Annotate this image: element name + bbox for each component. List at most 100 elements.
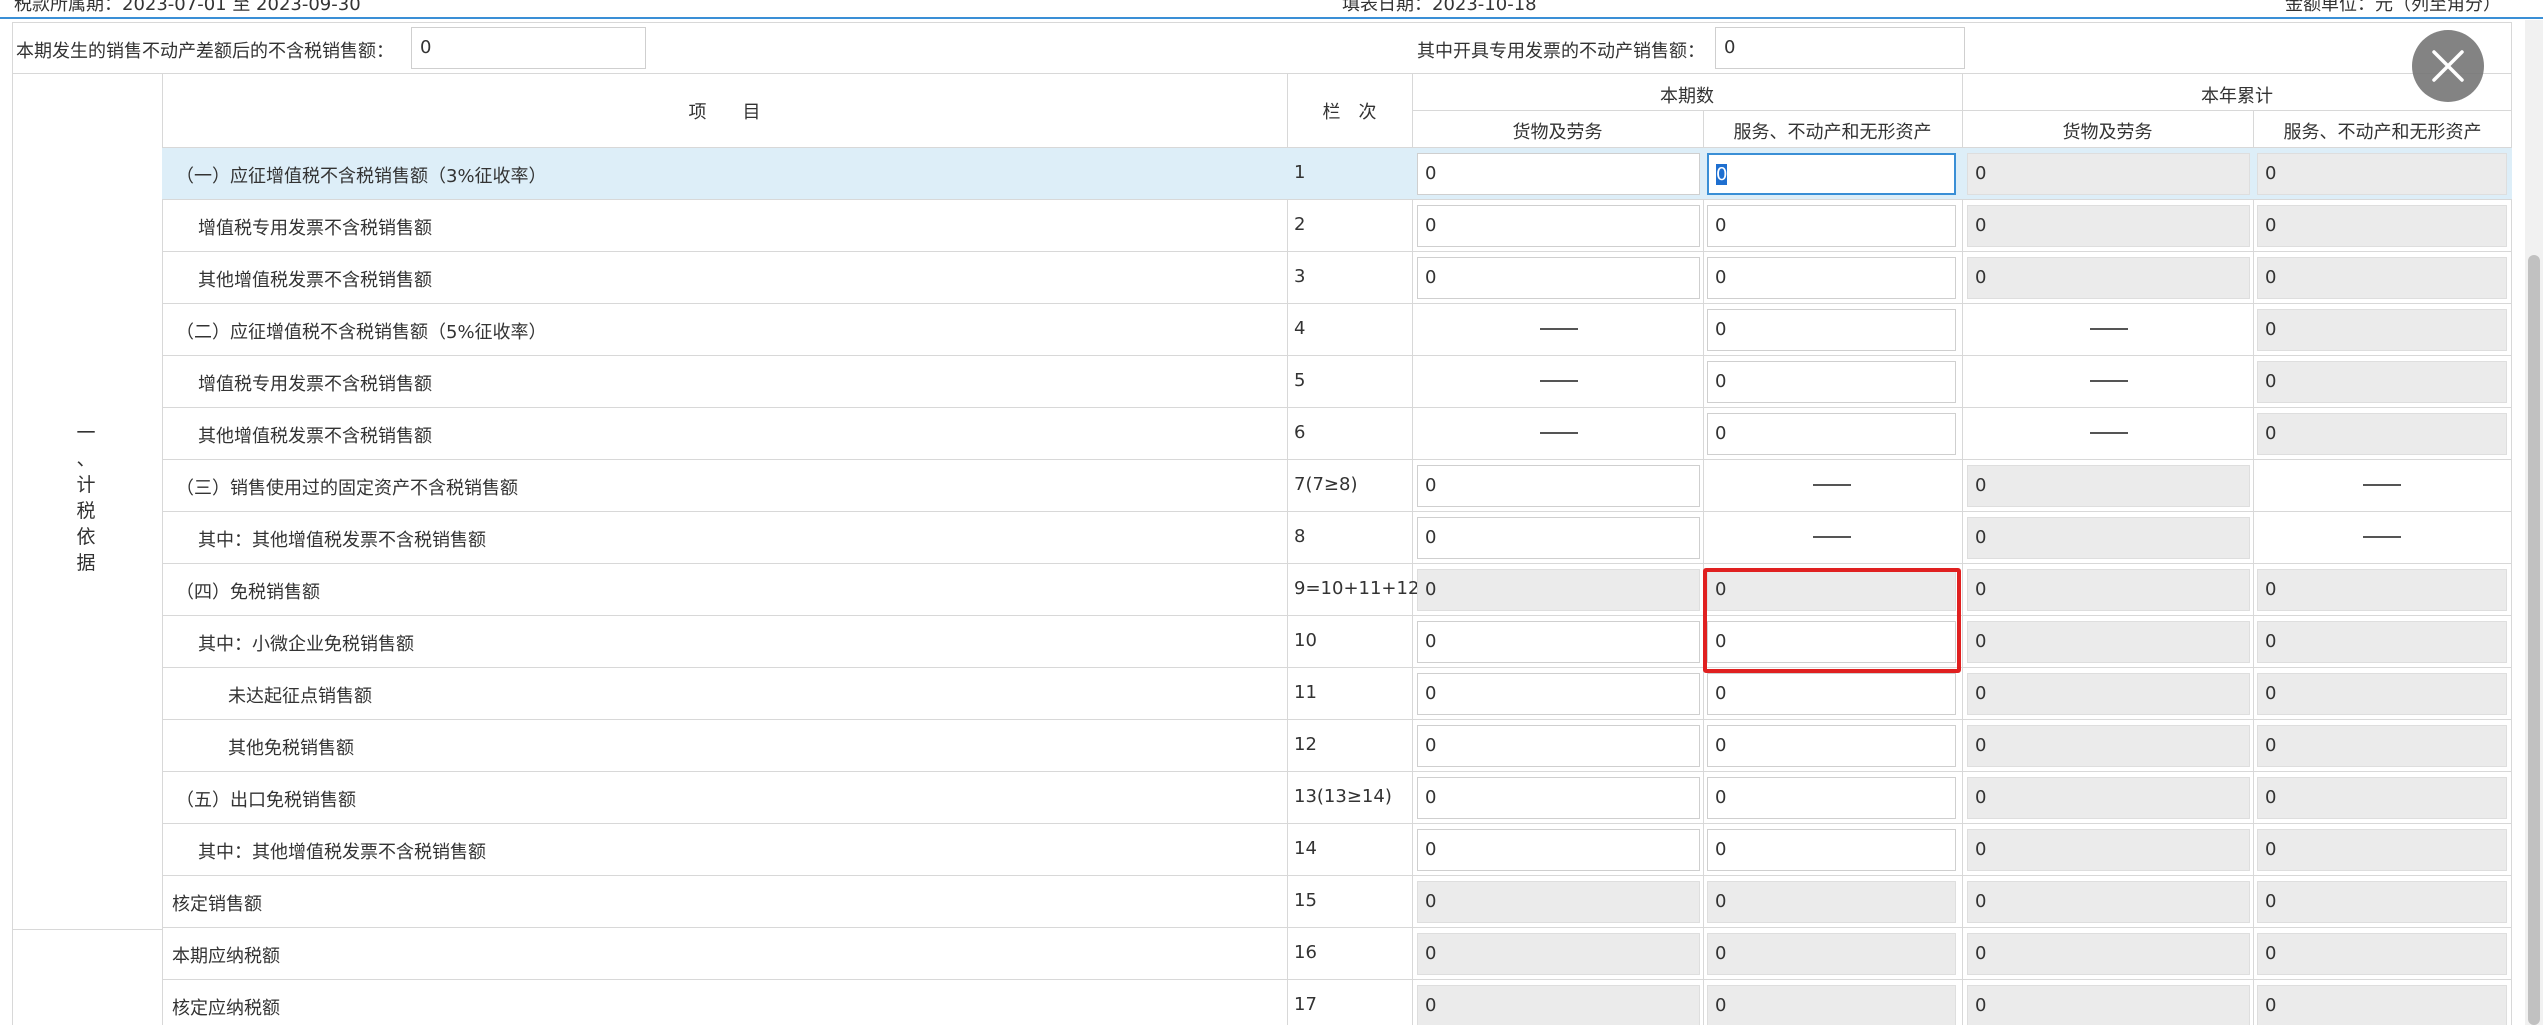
table-row: 增值税专用发票不含税销售额 2 0 0 0 0 (162, 200, 2512, 252)
row-column-number: 3 (1294, 266, 1306, 287)
services-current-input: 0 (1707, 933, 1956, 975)
row-column-number: 13(13≥14) (1294, 786, 1392, 807)
goods-current-input[interactable]: 0 (1417, 829, 1700, 871)
services-ytd-input: 0 (2257, 673, 2507, 715)
table-row: 核定销售额 15 0 0 0 0 (162, 876, 2512, 928)
not-applicable-dash (1539, 432, 1578, 434)
row-item-label: 增值税专用发票不含税销售额 (198, 218, 432, 239)
goods-current-input[interactable]: 0 (1417, 153, 1700, 195)
goods-current-input: 0 (1417, 569, 1700, 611)
services-ytd-input: 0 (2257, 205, 2507, 247)
services-current-input[interactable]: 0 (1707, 829, 1956, 871)
goods-current-input[interactable]: 0 (1417, 257, 1700, 299)
goods-ytd-input: 0 (1967, 517, 2250, 559)
table-row: 核定应纳税额 17 0 0 0 0 (162, 980, 2512, 1025)
form-header-line: 税款所属期：2023-07-01 至 2023-09-30 填表日期：2023-… (0, 0, 2543, 15)
not-applicable-dash (2363, 536, 2401, 538)
row-column-number: 11 (1294, 682, 1317, 703)
goods-ytd-input: 0 (1967, 153, 2250, 195)
grid-line (1412, 110, 2512, 111)
tax-period: 税款所属期：2023-07-01 至 2023-09-30 (14, 0, 361, 15)
services-ytd-input: 0 (2257, 413, 2507, 455)
row-item-label: 其他增值税发票不含税销售额 (198, 426, 432, 447)
row-column-number: 4 (1294, 318, 1306, 339)
services-ytd-input: 0 (2257, 621, 2507, 663)
header-services-ytd: 服务、不动产和无形资产 (2283, 122, 2482, 143)
not-applicable-dash (1539, 380, 1578, 382)
table-row: （一）应征增值税不含税销售额（3%征收率） 1 0 0 0 0 (162, 148, 2512, 200)
row-item-label: （四）免税销售额 (176, 582, 320, 603)
table-row: （五）出口免税销售额 13(13≥14) 0 0 0 0 (162, 772, 2512, 824)
goods-current-input[interactable]: 0 (1417, 517, 1700, 559)
not-applicable-dash (2363, 484, 2401, 486)
goods-ytd-input: 0 (1967, 985, 2250, 1025)
real-estate-sales-label: 本期发生的销售不动产差额后的不含税销售额： (16, 41, 394, 62)
services-ytd-input: 0 (2257, 569, 2507, 611)
header-goods: 货物及劳务 (1512, 122, 1603, 143)
table-row: 未达起征点销售额 11 0 0 0 0 (162, 668, 2512, 720)
row-item-label: 核定销售额 (172, 894, 262, 915)
services-current-input[interactable]: 0 (1707, 777, 1956, 819)
services-current-input[interactable]: 0 (1707, 725, 1956, 767)
row-column-number: 6 (1294, 422, 1306, 443)
services-ytd-input: 0 (2257, 933, 2507, 975)
goods-current-input[interactable]: 0 (1417, 777, 1700, 819)
table-row: （三）销售使用过的固定资产不含税销售额 7(7≥8) 0 0 (162, 460, 2512, 512)
services-ytd-input: 0 (2257, 985, 2507, 1025)
services-current-input: 0 (1707, 985, 1956, 1025)
row-item-label: 其他增值税发票不含税销售额 (198, 270, 432, 291)
special-invoice-real-estate-input[interactable]: 0 (1715, 27, 1965, 69)
row-item-label: 其他免税销售额 (228, 738, 354, 759)
goods-ytd-input: 0 (1967, 465, 2250, 507)
goods-ytd-input: 0 (1967, 205, 2250, 247)
header-column-no: 栏 次 (1322, 102, 1377, 123)
services-current-input[interactable]: 0 (1707, 309, 1956, 351)
goods-current-input: 0 (1417, 985, 1700, 1025)
vat-return-form-page: 税款所属期：2023-07-01 至 2023-09-30 填表日期：2023-… (0, 0, 2543, 1025)
services-current-input[interactable]: 0 (1707, 257, 1956, 299)
row-item-label: （二）应征增值税不含税销售额（5%征收率） (176, 322, 547, 343)
services-current-input[interactable]: 0 (1707, 153, 1956, 195)
services-ytd-input: 0 (2257, 361, 2507, 403)
annotation-highlight-box (1703, 568, 1961, 673)
not-applicable-dash (2089, 380, 2128, 382)
not-applicable-dash (1812, 484, 1851, 486)
real-estate-fields-row: 本期发生的销售不动产差额后的不含税销售额： 0 其中开具专用发票的不动产销售额：… (12, 22, 2512, 74)
table-row: 其他免税销售额 12 0 0 0 0 (162, 720, 2512, 772)
goods-current-input: 0 (1417, 933, 1700, 975)
services-ytd-input: 0 (2257, 881, 2507, 923)
scrollbar-thumb[interactable] (2528, 255, 2540, 1025)
services-current-input[interactable]: 0 (1707, 673, 1956, 715)
table-row: 本期应纳税额 16 0 0 0 0 (162, 928, 2512, 980)
section-tax-basis-label: 一 、 计 税 依 据 (76, 422, 96, 574)
services-current-input[interactable]: 0 (1707, 413, 1956, 455)
close-icon (2432, 50, 2464, 82)
goods-current-input[interactable]: 0 (1417, 205, 1700, 247)
table-row: 其他增值税发票不含税销售额 6 0 0 (162, 408, 2512, 460)
table-row: （四）免税销售额 9=10+11+12 0 0 0 0 (162, 564, 2512, 616)
goods-ytd-input: 0 (1967, 725, 2250, 767)
row-item-label: （三）销售使用过的固定资产不含税销售额 (176, 478, 518, 499)
goods-current-input[interactable]: 0 (1417, 465, 1700, 507)
services-current-input[interactable]: 0 (1707, 361, 1956, 403)
row-item-label: 增值税专用发票不含税销售额 (198, 374, 432, 395)
table-row: 增值税专用发票不含税销售额 5 0 0 (162, 356, 2512, 408)
goods-current-input[interactable]: 0 (1417, 621, 1700, 663)
services-ytd-input: 0 (2257, 725, 2507, 767)
not-applicable-dash (1812, 536, 1851, 538)
services-ytd-input: 0 (2257, 257, 2507, 299)
close-button[interactable] (2412, 30, 2484, 102)
table-row: 其中：其他增值税发票不含税销售额 8 0 0 (162, 512, 2512, 564)
goods-current-input[interactable]: 0 (1417, 673, 1700, 715)
header-goods-ytd: 货物及劳务 (2062, 122, 2153, 143)
row-column-number: 1 (1294, 162, 1306, 183)
special-invoice-real-estate-label: 其中开具专用发票的不动产销售额： (1417, 41, 1705, 62)
services-current-input[interactable]: 0 (1707, 205, 1956, 247)
table-row: 其中：小微企业免税销售额 10 0 0 0 0 (162, 616, 2512, 668)
row-column-number: 7(7≥8) (1294, 474, 1358, 495)
goods-ytd-input: 0 (1967, 673, 2250, 715)
selected-value-text: 0 (1716, 164, 1728, 185)
row-item-label: 核定应纳税额 (172, 998, 280, 1019)
goods-current-input[interactable]: 0 (1417, 725, 1700, 767)
real-estate-sales-input[interactable]: 0 (411, 27, 646, 69)
